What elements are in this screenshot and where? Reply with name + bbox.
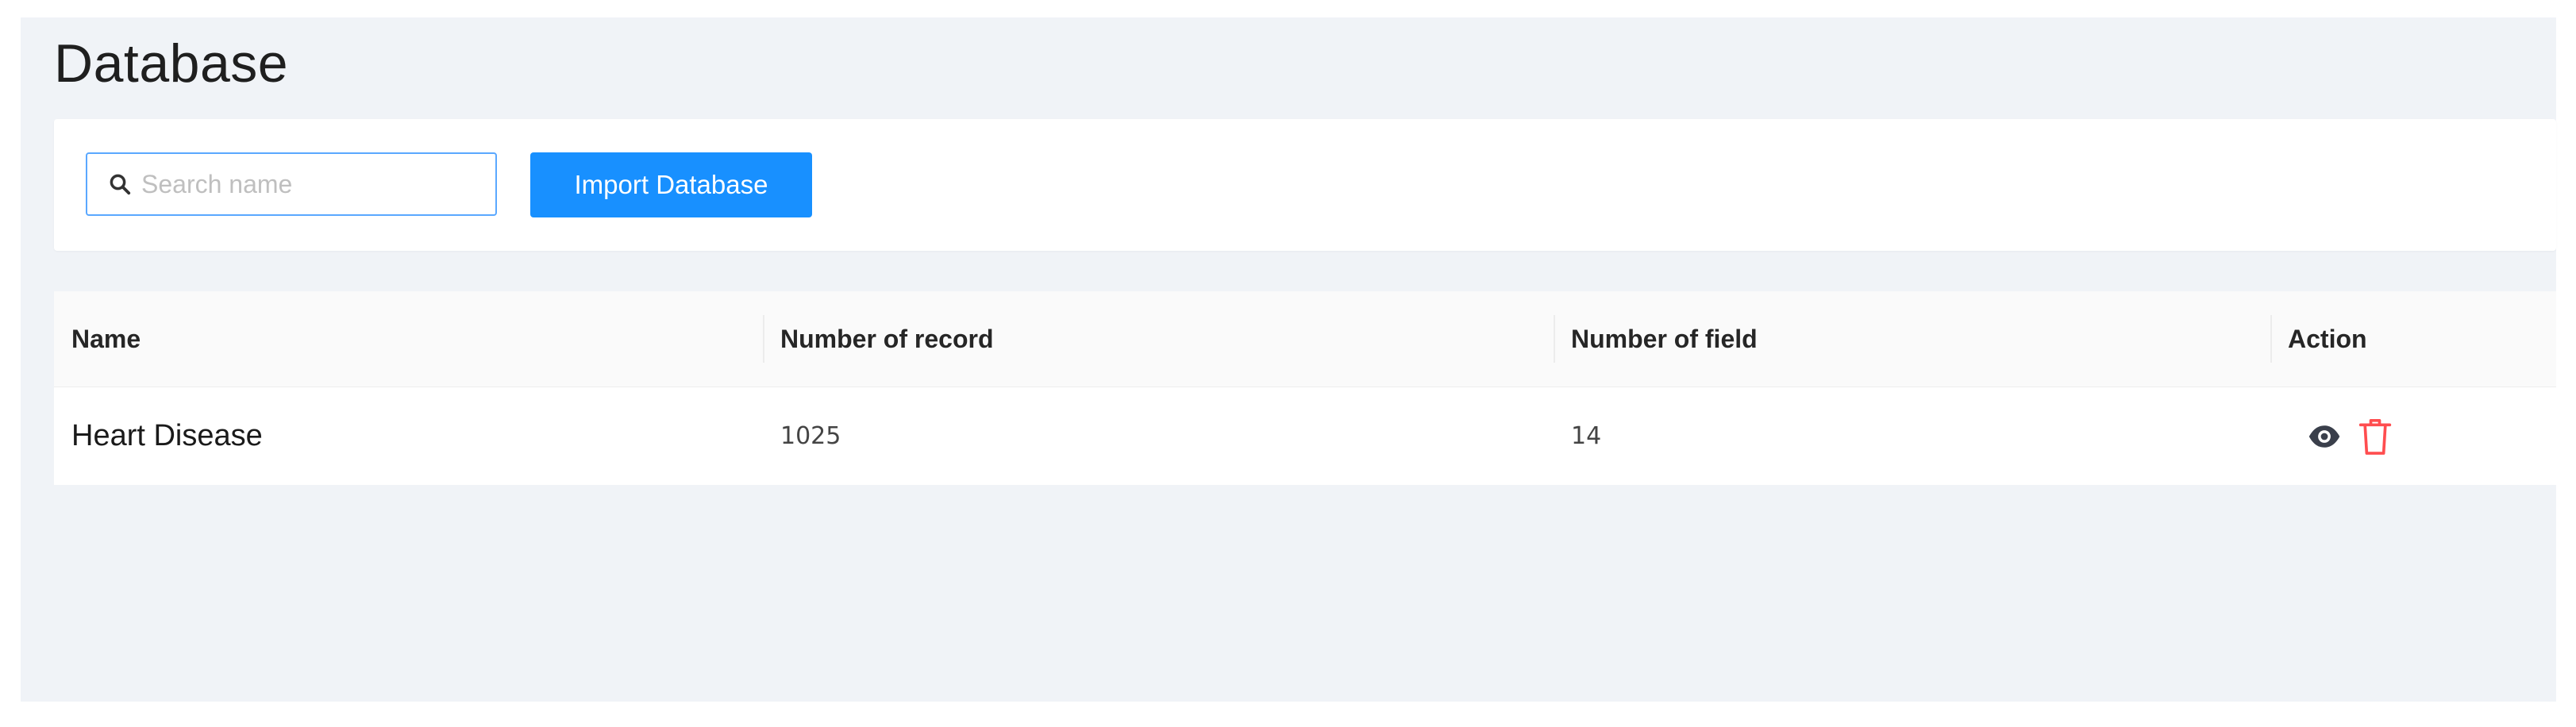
table-row: Heart Disease 1025 14 bbox=[54, 387, 2556, 485]
row-record-count: 1025 bbox=[780, 422, 841, 450]
row-name: Heart Disease bbox=[71, 419, 263, 452]
search-input[interactable] bbox=[141, 169, 459, 199]
database-table: Name Number of record Number of field Ac… bbox=[54, 291, 2556, 485]
page-container: Database Import Database Name Number of … bbox=[21, 17, 2556, 702]
row-actions bbox=[2270, 387, 2556, 485]
trash-icon[interactable] bbox=[2358, 416, 2393, 457]
eye-icon[interactable] bbox=[2307, 419, 2342, 454]
search-box[interactable] bbox=[86, 152, 497, 216]
column-header-name: Name bbox=[71, 324, 141, 353]
column-header-fields: Number of field bbox=[1554, 291, 2270, 387]
column-header-action: Action bbox=[2270, 291, 2556, 387]
page-title: Database bbox=[54, 33, 289, 94]
search-icon bbox=[110, 174, 131, 195]
toolbar-card: Import Database bbox=[54, 119, 2556, 251]
table-header: Name Number of record Number of field Ac… bbox=[54, 291, 2556, 387]
row-field-count: 14 bbox=[1571, 422, 1602, 450]
column-header-records: Number of record bbox=[763, 291, 1554, 387]
import-database-button[interactable]: Import Database bbox=[530, 152, 812, 217]
